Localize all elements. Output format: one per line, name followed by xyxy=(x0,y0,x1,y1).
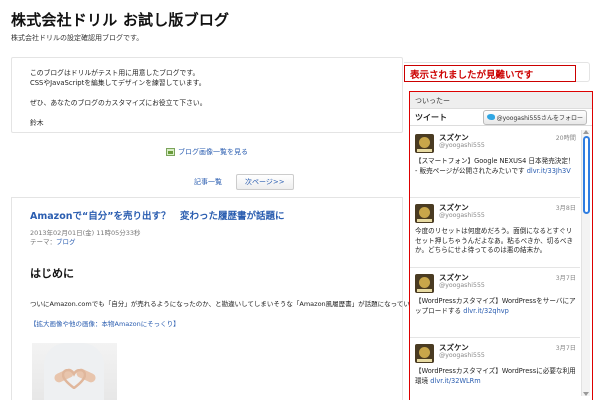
post-category-row: テーマ：ブログ xyxy=(30,238,384,247)
gallery-link[interactable]: ブログ画像一覧を見る xyxy=(166,147,248,157)
scroll-up-arrow-icon[interactable] xyxy=(583,130,589,134)
post-image-link[interactable]: 【拡大画像や他の画像：本物Amazonにそっくり】 xyxy=(30,318,384,328)
site-description: 株式会社ドリルの設定確認用ブログです。 xyxy=(11,34,144,42)
post-meta: 2013年02月01日(金) 11時05分33秒 テーマ：ブログ xyxy=(30,229,384,247)
tweet-author-handle[interactable]: @yoogashi555 xyxy=(439,212,485,219)
blog-post: Amazonで“自分”を売り出す？ 変わった履歴書が話題に 2013年02月01… xyxy=(11,197,429,400)
avatar[interactable] xyxy=(415,274,434,293)
tweet-list-scrollbar[interactable] xyxy=(581,130,590,396)
post-category-prefix: テーマ： xyxy=(30,238,56,246)
tweet-timestamp[interactable]: 3月7日 xyxy=(556,273,576,282)
follow-button[interactable]: @yoogashi555さんをフォロー xyxy=(482,109,587,125)
tweet-timestamp[interactable]: 3月8日 xyxy=(556,203,576,212)
tweet-link[interactable]: dlvr.it/33Jh3V xyxy=(527,167,571,175)
tweet-timestamp[interactable]: 20時間 xyxy=(556,133,576,142)
intro-box: このブログはドリルがテスト用に用意したブログです。 CSSやJavaScript… xyxy=(11,57,403,133)
tweet-text: 【WordPressカスタマイズ】WordPressに必要な利用環境 dlvr.… xyxy=(415,367,576,386)
tweet-timestamp[interactable]: 3月7日 xyxy=(556,343,576,352)
post-heading: はじめに xyxy=(30,267,74,280)
post-image[interactable] xyxy=(32,343,117,400)
tweet-list: スズケン @yoogashi555 20時間 【スマートフォン】Google N… xyxy=(410,128,580,400)
tweet-text: 今度のリセットは何度めだろう。面倒になるとすぐリセット押しちゃうんだよなあ。粘る… xyxy=(415,227,576,256)
site-title[interactable]: 株式会社ドリル お試し版ブログ xyxy=(11,9,229,30)
avatar[interactable] xyxy=(415,134,434,153)
tweet-text: 【スマートフォン】Google NEXUS4 日本発売決定！ - 販売ページが公… xyxy=(415,157,576,176)
post-date: 2013年02月01日(金) 11時05分33秒 xyxy=(30,229,141,237)
tweet: スズケン @yoogashi555 3月8日 今度のリセットは何度めだろう。面倒… xyxy=(410,198,580,268)
intro-line: ぜひ、あなたのブログのカスタマイズにお役立て下さい。 xyxy=(30,99,207,107)
tweet: スズケン @yoogashi555 20時間 【スマートフォン】Google N… xyxy=(410,128,580,198)
tweet: スズケン @yoogashi555 3月7日 【WordPressカスタマイズ】… xyxy=(410,268,580,338)
intro-line: CSSやJavaScriptを編集してデザインを練習しています。 xyxy=(30,79,206,87)
tweet-author-handle[interactable]: @yoogashi555 xyxy=(439,352,485,359)
next-page-button[interactable]: 次ページ>> xyxy=(236,174,294,190)
twitter-bird-icon xyxy=(486,114,495,120)
pager: 記事一覧 次ページ>> xyxy=(194,174,294,190)
scrollbar-thumb[interactable] xyxy=(583,136,590,214)
image-icon xyxy=(166,148,175,156)
intro-signature: 鈴木 xyxy=(30,119,44,127)
archive-link[interactable]: 記事一覧 xyxy=(194,177,222,187)
avatar[interactable] xyxy=(415,344,434,363)
annotation-note: 表示されましたが見難いです xyxy=(404,65,576,82)
twitter-widget: ついったー ツイート @yoogashi555さんをフォロー スズケン @yoo… xyxy=(409,91,593,400)
post-category-link[interactable]: ブログ xyxy=(56,238,76,246)
tweet-link[interactable]: dlvr.it/32qhvp xyxy=(463,307,509,315)
avatar[interactable] xyxy=(415,204,434,223)
tweet-author-handle[interactable]: @yoogashi555 xyxy=(439,142,485,149)
follow-button-label: @yoogashi555さんをフォロー xyxy=(496,114,583,122)
twitter-widget-title: ついったー xyxy=(410,92,592,109)
tweet-text-body: 今度のリセットは何度めだろう。面倒になるとすぐリセット押しちゃうんだよなあ。粘る… xyxy=(415,227,574,254)
heart-icon xyxy=(62,369,86,389)
post-body: ついにAmazon.comでも「自分」が売れるようになったのか、と勘違いしてしま… xyxy=(30,300,429,308)
intro-line: このブログはドリルがテスト用に用意したブログです。 xyxy=(30,69,200,77)
post-title[interactable]: Amazonで“自分”を売り出す？ 変わった履歴書が話題に xyxy=(30,208,384,222)
tweet-text: 【WordPressカスタマイズ】WordPressをサーバにアップロードする … xyxy=(415,297,576,316)
scroll-down-arrow-icon[interactable] xyxy=(583,392,589,396)
tweet-author-handle[interactable]: @yoogashi555 xyxy=(439,282,485,289)
tweet: スズケン @yoogashi555 3月7日 【WordPressカスタマイズ】… xyxy=(410,338,580,400)
gallery-link-label: ブログ画像一覧を見る xyxy=(178,148,248,156)
tweet-link[interactable]: dlvr.it/32WLRm xyxy=(430,377,480,385)
tweet-label: ツイート xyxy=(415,112,447,122)
twitter-header-bar: ツイート @yoogashi555さんをフォロー xyxy=(410,109,592,126)
